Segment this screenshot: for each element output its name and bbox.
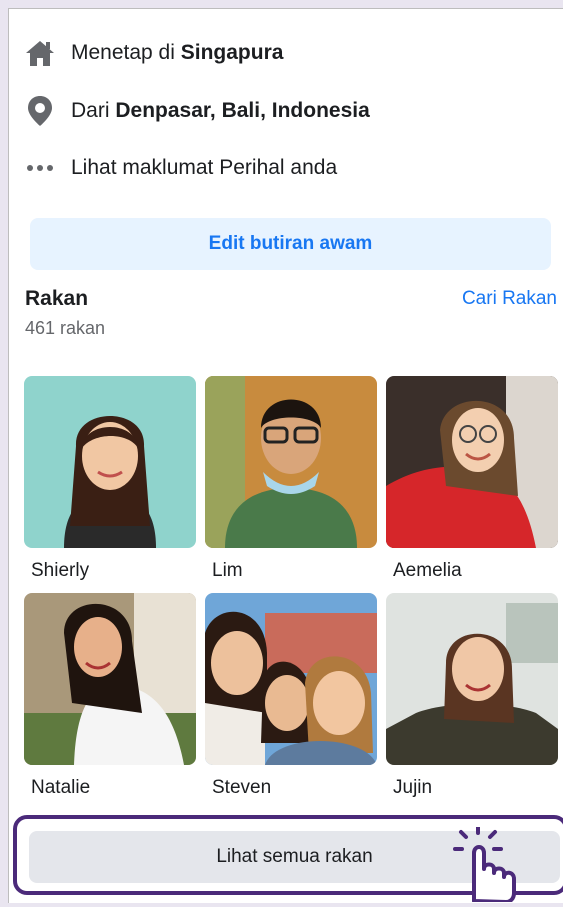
home-icon	[23, 36, 57, 70]
friend-card-jujin[interactable]: Jujin	[386, 593, 558, 799]
friend-name[interactable]: Natalie	[31, 777, 196, 799]
friend-photo[interactable]	[24, 593, 196, 765]
friend-card-aemelia[interactable]: Aemelia	[386, 376, 558, 582]
friend-photo[interactable]	[24, 376, 196, 548]
friend-name[interactable]: Lim	[212, 560, 377, 582]
friend-photo[interactable]	[205, 593, 377, 765]
friend-photo[interactable]	[386, 376, 558, 548]
friend-card-lim[interactable]: Lim	[205, 376, 377, 582]
friend-card-shierly[interactable]: Shierly	[24, 376, 196, 582]
friend-name[interactable]: Steven	[212, 777, 377, 799]
location-pin-icon	[23, 94, 57, 128]
from-text: Dari Denpasar, Bali, Indonesia	[71, 99, 370, 122]
more-dots-icon	[23, 151, 57, 185]
friends-title: Rakan	[25, 287, 89, 310]
friend-name[interactable]: Aemelia	[393, 560, 558, 582]
lives-in-row: Menetap di Singapura	[23, 35, 283, 71]
find-friends-link[interactable]: Cari Rakan	[462, 288, 557, 310]
friends-count: 461 rakan	[25, 318, 106, 338]
see-about-row[interactable]: Lihat maklumat Perihal anda	[23, 150, 337, 186]
edit-public-details-button[interactable]: Edit butiran awam	[30, 218, 551, 270]
see-about-text: Lihat maklumat Perihal anda	[71, 156, 338, 179]
friend-photo[interactable]	[386, 593, 558, 765]
friend-name[interactable]: Shierly	[31, 560, 196, 582]
friend-card-natalie[interactable]: Natalie	[24, 593, 196, 799]
lives-in-text: Menetap di Singapura	[71, 41, 284, 64]
from-row: Dari Denpasar, Bali, Indonesia	[23, 93, 370, 129]
friend-photo[interactable]	[205, 376, 377, 548]
profile-card: Menetap di Singapura Dari Denpasar, Bali…	[8, 8, 563, 903]
friend-card-steven[interactable]: Steven	[205, 593, 377, 799]
pointing-hand-icon	[452, 825, 522, 904]
friend-name[interactable]: Jujin	[393, 777, 558, 799]
